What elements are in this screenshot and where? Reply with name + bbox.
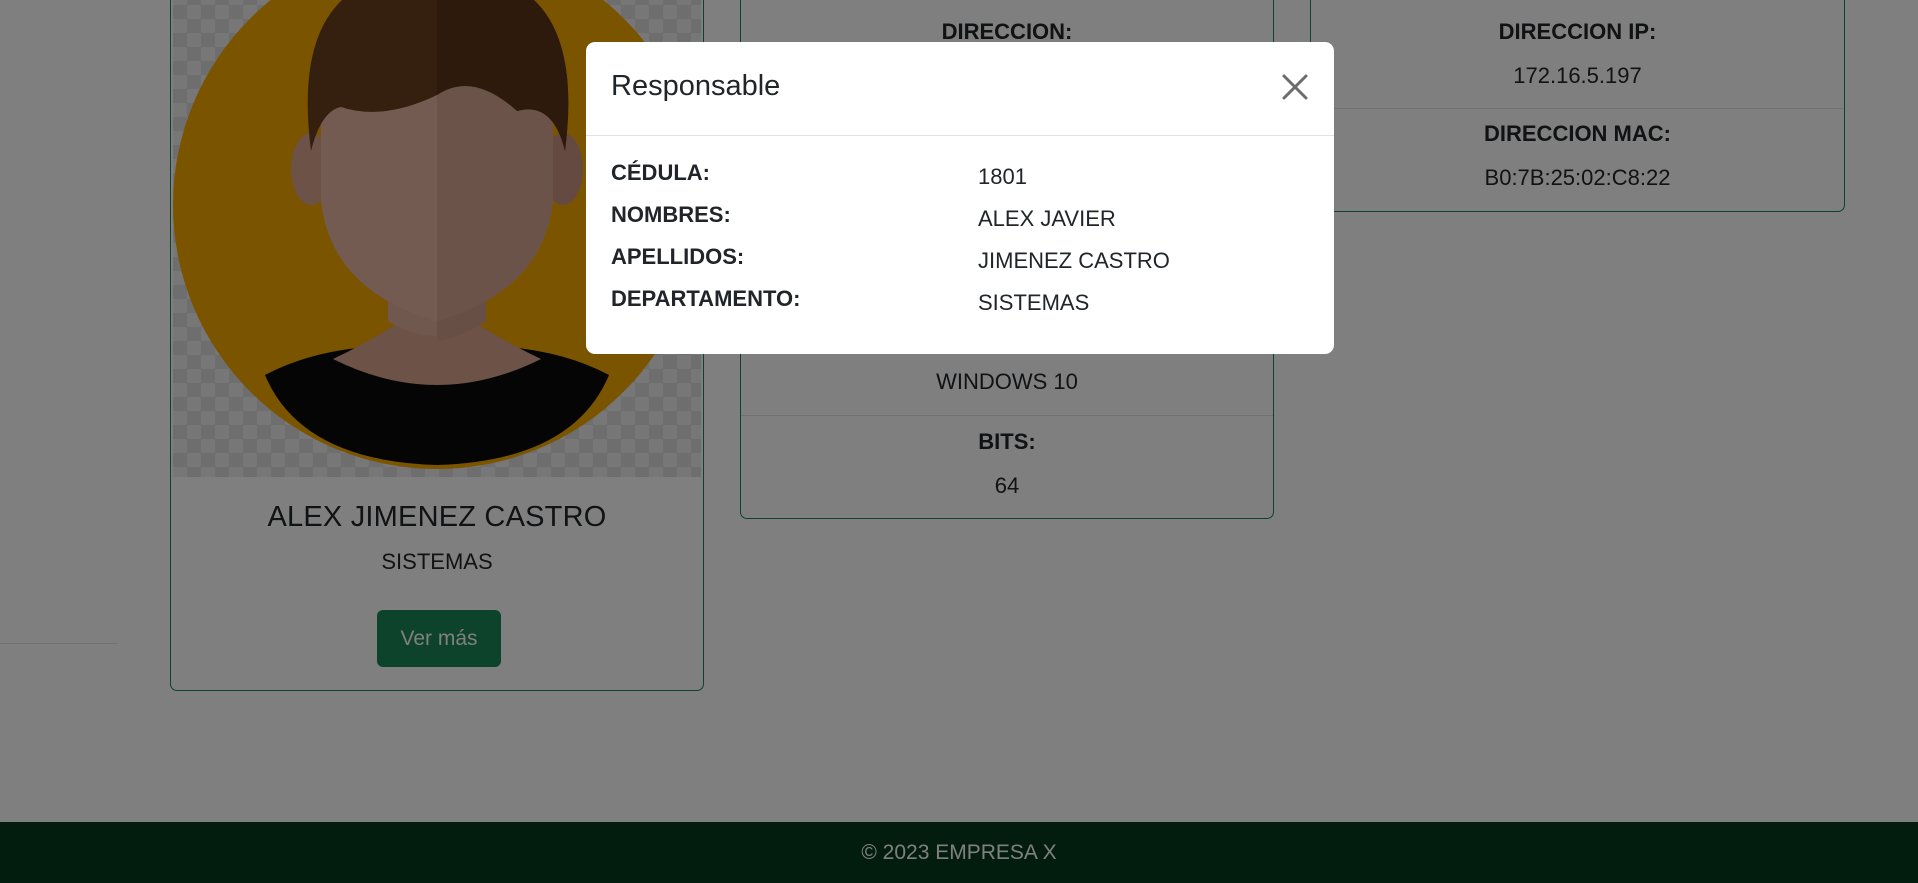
field-label: CÉDULA: — [611, 160, 710, 185]
field-value: ALEX JAVIER — [978, 206, 1116, 231]
field-value: SISTEMAS — [978, 290, 1090, 315]
modal-header: Responsable — [586, 42, 1334, 136]
close-button[interactable] — [1276, 68, 1314, 106]
responsable-modal: Responsable CÉDULA: 1801 NOMBRES: ALEX J… — [586, 42, 1334, 354]
page: ALEX JIMENEZ CASTRO SISTEMAS Ver más DIR… — [0, 0, 1918, 883]
field-label: NOMBRES: — [611, 202, 731, 227]
field-row-departamento: DEPARTAMENTO: SISTEMAS — [586, 286, 1334, 372]
field-value: JIMENEZ CASTRO — [978, 248, 1170, 273]
field-value: 1801 — [978, 164, 1027, 189]
close-icon — [1282, 74, 1308, 100]
modal-title: Responsable — [611, 70, 781, 102]
field-label: APELLIDOS: — [611, 244, 745, 269]
field-label: DEPARTAMENTO: — [611, 286, 801, 311]
